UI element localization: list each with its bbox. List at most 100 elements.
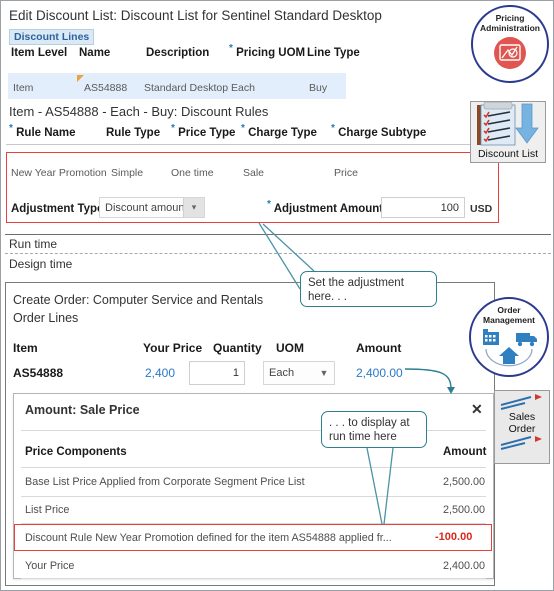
close-icon[interactable]: ✕ xyxy=(471,401,483,418)
price-component-amount: 2,500.00 xyxy=(443,504,486,516)
dialog-title: Amount: Sale Price xyxy=(25,403,140,417)
cell-rule-name: New Year Promotion xyxy=(11,167,107,179)
callout-line-2: run time here xyxy=(329,431,397,443)
price-component-name: Base List Price Applied from Corporate S… xyxy=(25,476,305,488)
badge-line-2: Management xyxy=(483,315,535,325)
run-design-dashed-divider xyxy=(5,253,551,254)
cell-pricing-uom: Each xyxy=(231,82,255,94)
col-uom: UOM xyxy=(276,341,304,355)
price-component-amount-negative: -100.00 xyxy=(435,531,473,543)
design-time-label: Design time xyxy=(9,257,73,271)
col-your-price: Your Price xyxy=(143,341,203,355)
cell-rule-type: Simple xyxy=(111,167,144,179)
badge-pricing-administration: Pricing Administration xyxy=(471,5,549,83)
col-price-type-label: Price Type xyxy=(178,127,236,139)
chevron-down-icon[interactable]: ▾ xyxy=(183,198,204,217)
sales-order-icon xyxy=(500,394,542,410)
cell-charge-subtype: Price xyxy=(334,167,358,179)
adjustment-type-label: Adjustment Type xyxy=(11,203,104,215)
col-dialog-amount: Amount xyxy=(443,446,487,458)
price-component-name: Your Price xyxy=(25,560,75,572)
chevron-down-icon[interactable]: ▼ xyxy=(314,362,334,384)
col-charge-subtype: * Charge Subtype xyxy=(331,124,427,139)
badge-line-2: Administration xyxy=(480,23,540,33)
rules-header-divider xyxy=(6,144,498,145)
price-component-name: List Price xyxy=(25,504,70,516)
dialog-row-divider xyxy=(21,578,486,579)
adjustment-type-select[interactable]: Discount amount ▾ xyxy=(99,197,205,218)
panel-bottom-divider xyxy=(5,234,551,235)
badge-line-1: Order xyxy=(497,305,521,315)
price-component-name: Discount Rule New Year Promotion defined… xyxy=(25,532,392,544)
adjustment-currency: USD xyxy=(470,203,493,215)
quantity-value: 1 xyxy=(232,367,239,379)
order-row-item: AS54888 xyxy=(13,366,64,380)
col-description: Description xyxy=(146,47,210,59)
badge-sales-order: Sales Order xyxy=(494,390,550,464)
callout-display-runtime: . . . to display at run time here xyxy=(321,411,427,448)
pricing-admin-icon xyxy=(494,37,526,69)
badge-line-1: Pricing xyxy=(495,13,525,23)
col-rule-name: * Rule Name xyxy=(9,124,76,139)
dirty-marker-icon xyxy=(77,75,84,82)
adjustment-amount-label: * Adjustment Amount xyxy=(267,200,384,215)
col-line-type: Line Type xyxy=(307,47,360,59)
required-asterisk: * xyxy=(171,123,175,135)
col-price-type: * Price Type xyxy=(171,124,236,139)
col-charge-type: * Charge Type xyxy=(241,124,317,139)
col-charge-type-label: Charge Type xyxy=(248,127,317,139)
col-rule-type: Rule Type xyxy=(106,127,161,139)
callout-line-1: . . . to display at xyxy=(329,417,410,429)
adjustment-amount-input[interactable]: 100 xyxy=(381,197,465,218)
sales-order-icon-lower xyxy=(500,436,542,450)
run-time-label: Run time xyxy=(9,237,58,251)
uom-value: Each xyxy=(269,367,295,379)
order-lines-subtitle: Order Lines xyxy=(13,311,79,325)
col-pricing-uom-label: Pricing UOM xyxy=(236,47,306,59)
discount-list-page-title: Edit Discount List: Discount List for Se… xyxy=(9,8,382,23)
cell-item-level: Item xyxy=(13,82,34,94)
order-row-amount[interactable]: 2,400.00 xyxy=(356,366,403,380)
cell-charge-type: Sale xyxy=(243,167,265,179)
price-component-amount: 2,500.00 xyxy=(443,476,486,488)
badge-order-management: Order Management xyxy=(469,297,549,377)
cell-name: AS54888 xyxy=(84,82,128,94)
callout-line-2: here. . . xyxy=(308,291,347,303)
dialog-row-divider xyxy=(21,496,486,497)
adjustment-type-value: Discount amount xyxy=(105,201,188,214)
required-asterisk: * xyxy=(331,123,335,135)
col-item-level: Item Level xyxy=(11,47,68,59)
badge-label-line-2: Order xyxy=(508,423,536,435)
uom-select[interactable]: Each ▼ xyxy=(263,361,335,385)
badge-label: Discount List xyxy=(477,148,539,160)
adjustment-amount-label-text: Adjustment Amount xyxy=(273,203,384,215)
screenshot-root: Edit Discount List: Discount List for Se… xyxy=(0,0,554,591)
required-asterisk: * xyxy=(241,123,245,135)
cell-price-type: One time xyxy=(171,167,214,179)
badge-discount-list: Discount List xyxy=(470,101,546,163)
col-pricing-uom: * Pricing UOM xyxy=(229,44,306,59)
discount-rules-title: Item - AS54888 - Each - Buy: Discount Ru… xyxy=(9,104,269,119)
col-amount: Amount xyxy=(356,341,402,355)
quantity-input[interactable]: 1 xyxy=(189,361,245,385)
col-quantity: Quantity xyxy=(213,341,262,355)
cell-line-type: Buy xyxy=(309,82,328,94)
tab-discount-lines[interactable]: Discount Lines xyxy=(9,29,95,45)
required-asterisk: * xyxy=(267,199,271,211)
col-rule-name-label: Rule Name xyxy=(16,127,76,139)
cell-description: Standard Desktop xyxy=(144,82,229,94)
col-price-components: Price Components xyxy=(25,446,127,458)
col-charge-subtype-label: Charge Subtype xyxy=(338,127,427,139)
col-order-item: Item xyxy=(13,341,38,355)
required-asterisk: * xyxy=(229,43,233,55)
create-order-title: Create Order: Computer Service and Renta… xyxy=(13,293,264,307)
badge-label-line-1: Sales xyxy=(508,411,536,423)
callout-set-adjustment: Set the adjustment here. . . xyxy=(300,271,437,307)
dialog-header-divider xyxy=(21,467,486,468)
callout-line-1: Set the adjustment xyxy=(308,277,404,289)
adjustment-amount-value: 100 xyxy=(440,201,459,214)
order-row-your-price[interactable]: 2,400 xyxy=(145,366,175,380)
required-asterisk: * xyxy=(9,123,13,135)
order-management-icon xyxy=(483,329,537,367)
col-name: Name xyxy=(79,47,111,59)
